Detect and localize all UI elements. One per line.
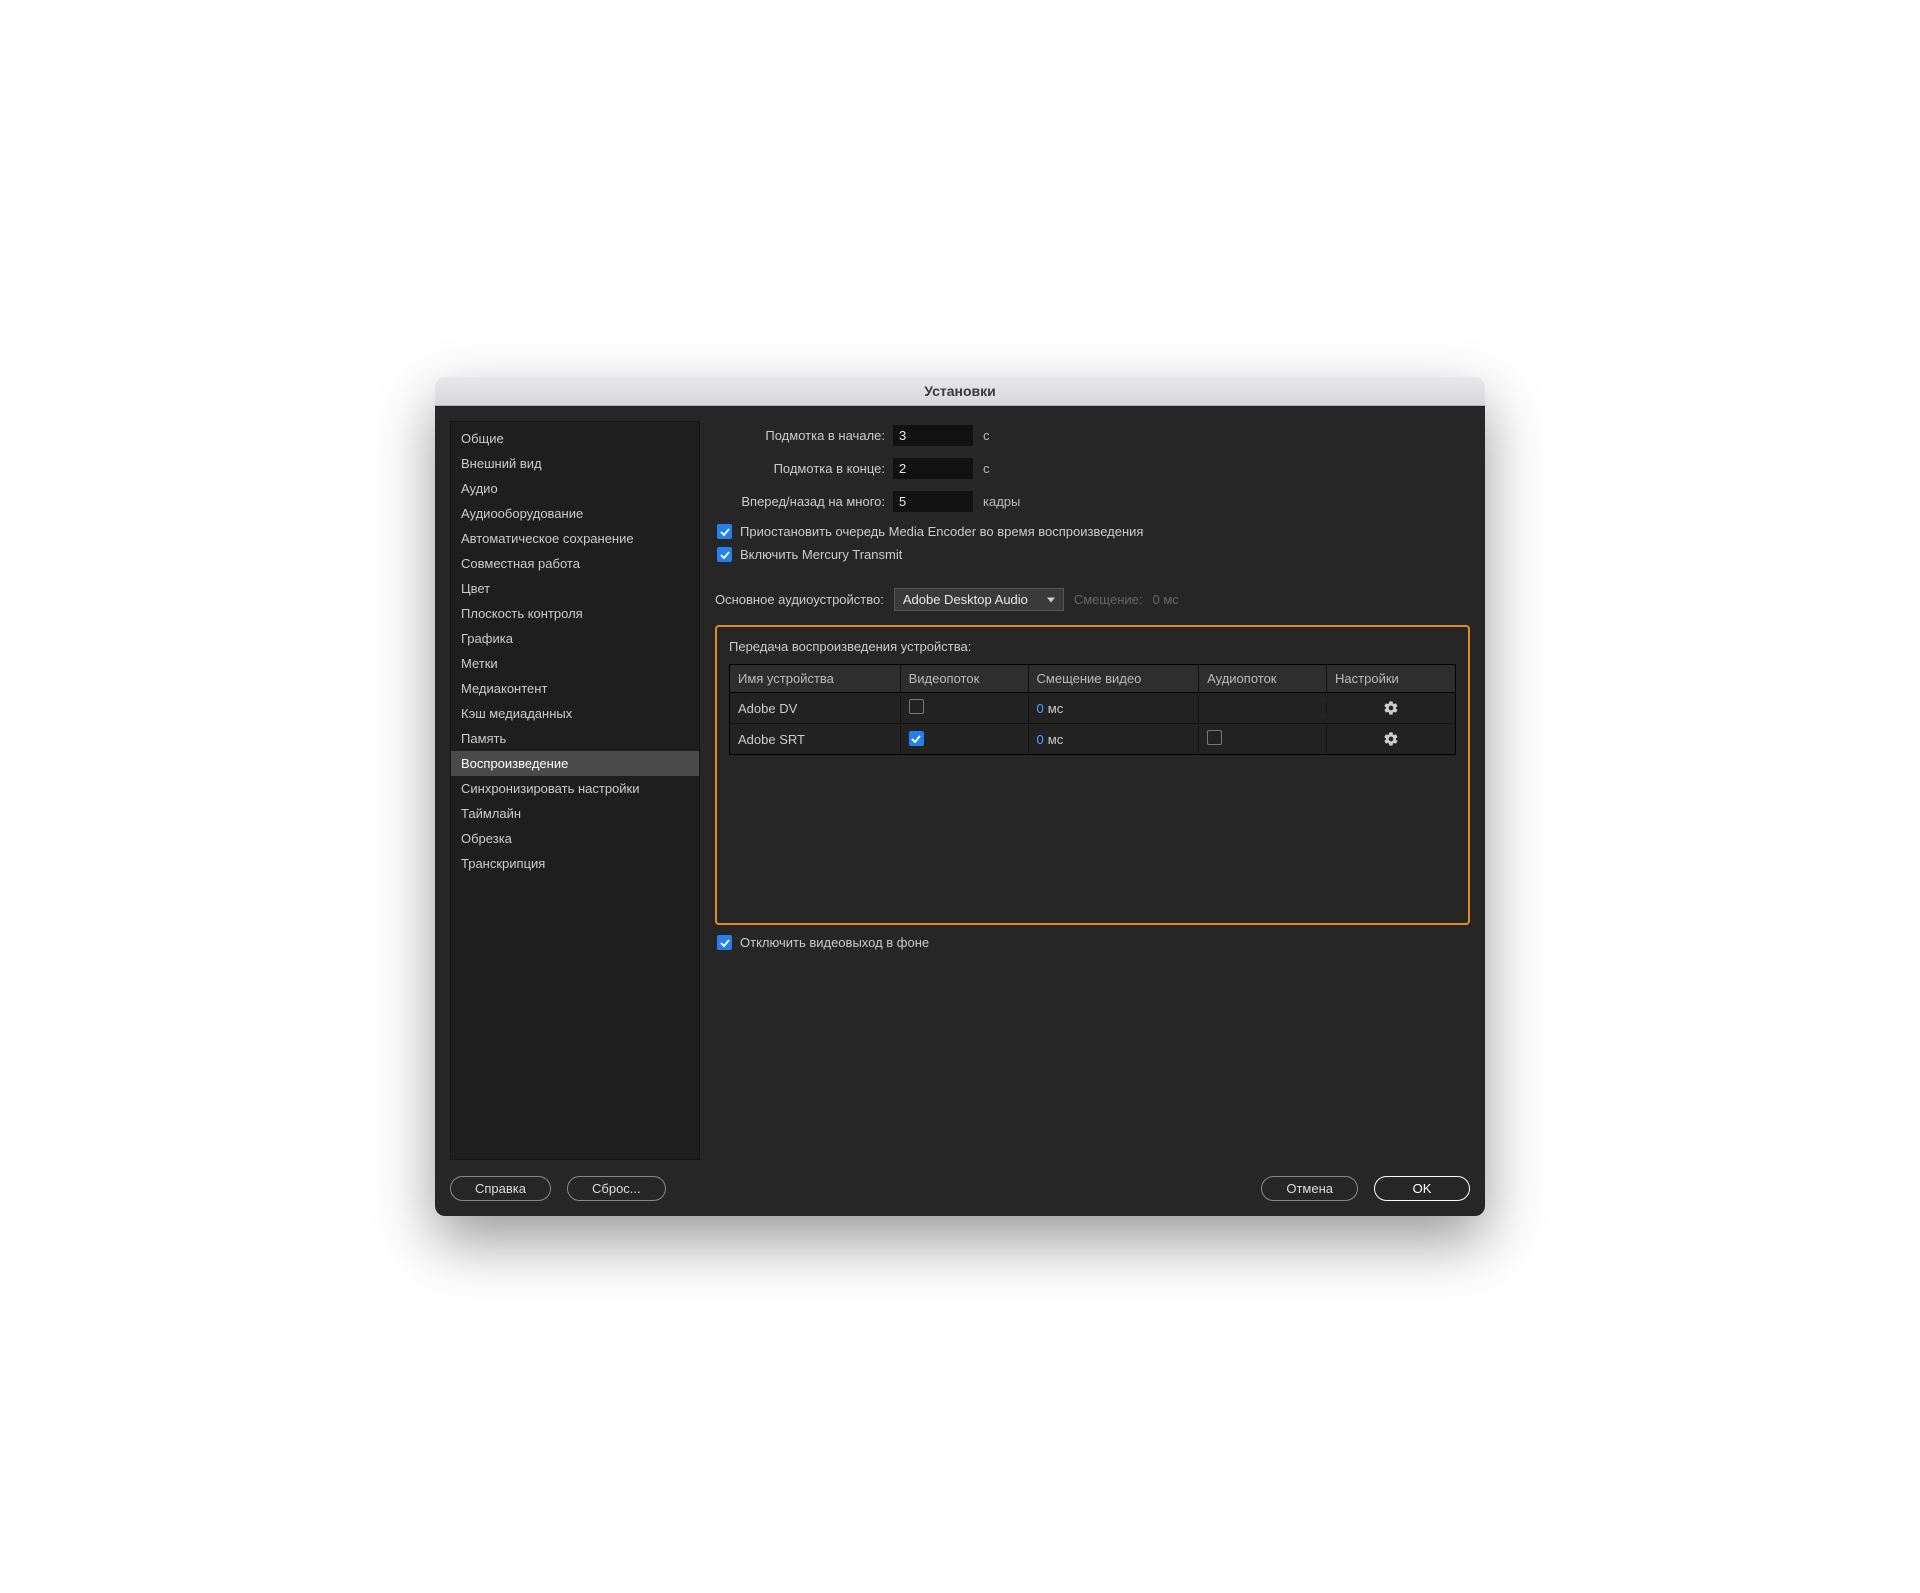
preferences-dialog: Установки ОбщиеВнешний видАудиоАудиообор…: [435, 377, 1485, 1216]
sidebar-item-9[interactable]: Метки: [451, 651, 699, 676]
dialog-button-row: Справка Сброс... Отмена OK: [450, 1160, 1470, 1201]
enable-mercury-label: Включить Mercury Transmit: [740, 547, 902, 562]
device-audio-cell: [1199, 702, 1327, 714]
audio-device-value: Adobe Desktop Audio: [903, 592, 1028, 607]
cancel-button[interactable]: Отмена: [1261, 1176, 1358, 1201]
ok-button[interactable]: OK: [1374, 1176, 1470, 1201]
title-bar: Установки: [435, 377, 1485, 406]
dialog-title: Установки: [924, 383, 995, 399]
device-video-checkbox[interactable]: [909, 699, 924, 714]
sidebar-item-17[interactable]: Транскрипция: [451, 851, 699, 876]
sidebar-item-11[interactable]: Кэш медиаданных: [451, 701, 699, 726]
device-video-checkbox[interactable]: [909, 731, 924, 746]
preferences-sidebar: ОбщиеВнешний видАудиоАудиооборудованиеАв…: [450, 421, 700, 1160]
device-settings-cell: [1327, 694, 1455, 723]
sidebar-item-16[interactable]: Обрезка: [451, 826, 699, 851]
sidebar-item-10[interactable]: Медиаконтент: [451, 676, 699, 701]
device-panel-title: Передача воспроизведения устройства:: [729, 639, 1456, 654]
device-video-cell: [901, 693, 1029, 723]
sidebar-item-2[interactable]: Аудио: [451, 476, 699, 501]
device-row: Adobe SRT 0мс: [730, 723, 1455, 754]
device-settings-cell: [1327, 725, 1455, 754]
audio-offset-label: Смещение:: [1074, 592, 1143, 607]
reset-button[interactable]: Сброс...: [567, 1176, 666, 1201]
col-audio-stream: Аудиопоток: [1199, 665, 1327, 692]
preferences-content: Подмотка в начале: с Подмотка в конце: с…: [715, 421, 1470, 1160]
sidebar-item-15[interactable]: Таймлайн: [451, 801, 699, 826]
gear-icon[interactable]: [1383, 731, 1399, 746]
col-video-offset: Смещение видео: [1029, 665, 1200, 692]
sidebar-item-8[interactable]: Графика: [451, 626, 699, 651]
postroll-unit: с: [983, 461, 990, 476]
step-label: Вперед/назад на много:: [715, 494, 885, 509]
device-name: Adobe DV: [730, 695, 901, 722]
sidebar-item-12[interactable]: Память: [451, 726, 699, 751]
sidebar-item-14[interactable]: Синхронизировать настройки: [451, 776, 699, 801]
enable-mercury-checkbox[interactable]: [717, 547, 732, 562]
gear-icon[interactable]: [1383, 700, 1399, 715]
audio-device-dropdown[interactable]: Adobe Desktop Audio: [894, 588, 1064, 611]
sidebar-item-1[interactable]: Внешний вид: [451, 451, 699, 476]
sidebar-item-5[interactable]: Совместная работа: [451, 551, 699, 576]
main-columns: ОбщиеВнешний видАудиоАудиооборудованиеАв…: [450, 421, 1470, 1160]
device-video-cell: [901, 725, 1029, 753]
device-audio-cell: [1199, 724, 1327, 754]
pause-encoder-label: Приостановить очередь Media Encoder во в…: [740, 524, 1143, 539]
step-input[interactable]: [893, 491, 973, 512]
device-table-head: Имя устройства Видеопоток Смещение видео…: [730, 665, 1455, 693]
sidebar-item-7[interactable]: Плоскость контроля: [451, 601, 699, 626]
sidebar-item-3[interactable]: Аудиооборудование: [451, 501, 699, 526]
device-video-offset[interactable]: 0мс: [1029, 695, 1200, 722]
preroll-unit: с: [983, 428, 990, 443]
device-transmit-panel: Передача воспроизведения устройства: Имя…: [715, 625, 1470, 925]
device-row: Adobe DV 0мс: [730, 693, 1455, 723]
device-name: Adobe SRT: [730, 726, 901, 753]
help-button[interactable]: Справка: [450, 1176, 551, 1201]
dialog-body: ОбщиеВнешний видАудиоАудиооборудованиеАв…: [435, 406, 1485, 1216]
pause-encoder-checkbox[interactable]: [717, 524, 732, 539]
postroll-input[interactable]: [893, 458, 973, 479]
disable-video-background-checkbox[interactable]: [717, 935, 732, 950]
col-device-name: Имя устройства: [730, 665, 901, 692]
col-video-stream: Видеопоток: [901, 665, 1029, 692]
preroll-label: Подмотка в начале:: [715, 428, 885, 443]
sidebar-item-6[interactable]: Цвет: [451, 576, 699, 601]
sidebar-item-0[interactable]: Общие: [451, 426, 699, 451]
device-audio-checkbox[interactable]: [1207, 730, 1222, 745]
step-unit: кадры: [983, 494, 1020, 509]
audio-offset-value: 0 мс: [1152, 592, 1178, 607]
device-video-offset[interactable]: 0мс: [1029, 726, 1200, 753]
sidebar-item-13[interactable]: Воспроизведение: [451, 751, 699, 776]
sidebar-item-4[interactable]: Автоматическое сохранение: [451, 526, 699, 551]
postroll-label: Подмотка в конце:: [715, 461, 885, 476]
disable-video-background-label: Отключить видеовыход в фоне: [740, 935, 929, 950]
col-settings: Настройки: [1327, 665, 1455, 692]
device-table: Имя устройства Видеопоток Смещение видео…: [729, 664, 1456, 755]
preroll-input[interactable]: [893, 425, 973, 446]
audio-device-label: Основное аудиоустройство:: [715, 592, 884, 607]
